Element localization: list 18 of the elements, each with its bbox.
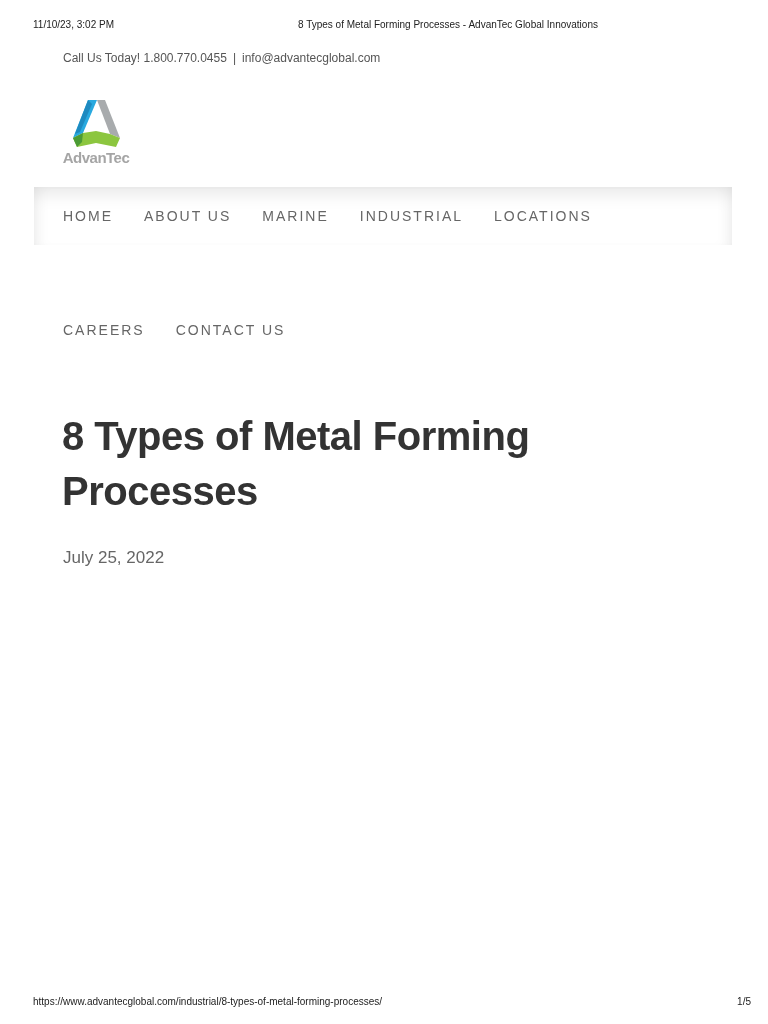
page-number: 1/5 [737,995,751,1009]
nav-link[interactable]: CAREERS [63,321,145,339]
page-url: https://www.advantecglobal.com/industrial/8-types-of-metal-forming-processes/ [33,995,383,1009]
nav-link[interactable]: CONTACT US [175,321,286,339]
nav-link[interactable]: MARINE [262,207,329,225]
logo-icon[interactable] [70,100,122,148]
article-title: 8 Types of Metal Forming Processes [62,413,531,515]
separator-text: | [232,50,237,67]
nav-link[interactable]: INDUSTRIAL [359,207,463,225]
nav-link[interactable]: LOCATIONS [494,207,592,225]
page-title: 8 Types of Metal Forming Processes - AdvanTec Global Innovations [298,17,598,32]
article-date: July 25, 2022 [63,547,166,569]
nav-link[interactable]: ABOUT US [144,207,232,225]
logo-text: AdvanTec [62,149,130,167]
nav-link[interactable]: HOME [63,207,113,225]
phone-text: Call Us Today! 1.800.770.0455 [63,50,227,67]
print-date: 11/10/23, 3:02 PM [33,17,114,32]
email-link[interactable]: info@advantecglobal.com [242,49,381,67]
